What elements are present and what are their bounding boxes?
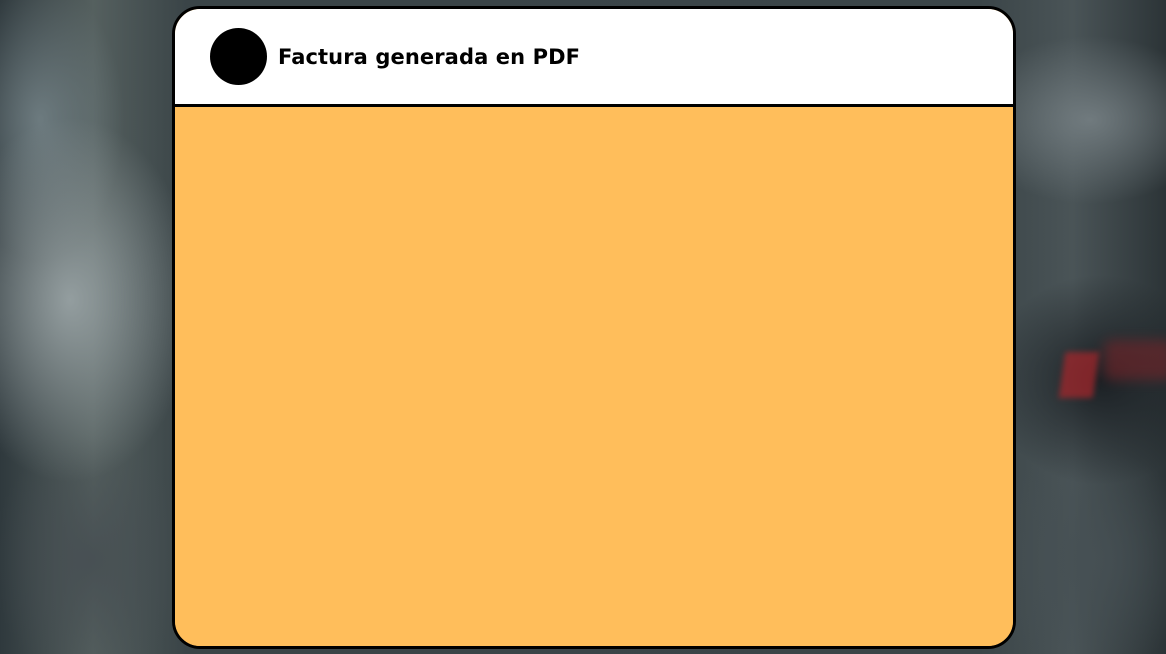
pdf-preview-area[interactable] — [175, 107, 1013, 646]
card-header: Factura generada en PDF — [175, 9, 1013, 107]
pdf-invoice-card: Factura generada en PDF — [172, 6, 1016, 649]
avatar-icon — [210, 28, 267, 85]
card-title: Factura generada en PDF — [278, 44, 581, 69]
background-logo-mark — [1058, 352, 1100, 398]
background-logo-text-blur — [1104, 340, 1166, 380]
